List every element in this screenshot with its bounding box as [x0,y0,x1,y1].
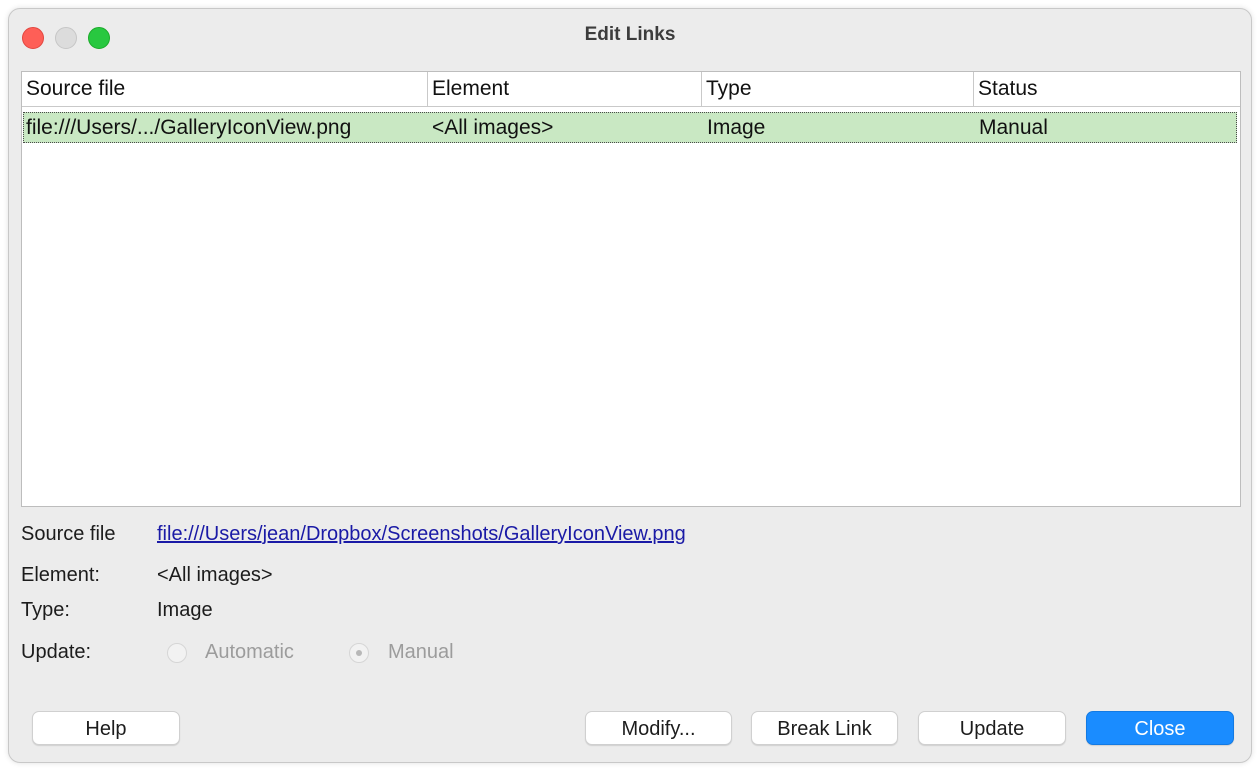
element-label: Element: [21,564,100,586]
automatic-radio[interactable] [167,643,187,663]
manual-radio[interactable] [349,643,369,663]
table-row[interactable]: file:///Users/.../GalleryIconView.png <A… [23,112,1237,143]
cell-status: Manual [979,116,1048,139]
manual-radio-label: Manual [388,641,454,663]
edit-links-dialog: Edit Links Source file Element Type Stat… [8,8,1252,763]
cell-element: <All images> [432,116,554,139]
automatic-radio-label: Automatic [205,641,294,663]
table-header: Source file Element Type Status [22,72,1240,107]
help-button[interactable]: Help [32,711,180,745]
close-button[interactable]: Close [1086,711,1234,745]
update-label: Update: [21,641,92,663]
break-link-button[interactable]: Break Link [751,711,898,745]
type-value: Image [157,599,213,621]
column-header-element[interactable]: Element [428,72,702,106]
column-header-source-file[interactable]: Source file [22,72,428,106]
column-header-type[interactable]: Type [702,72,974,106]
cell-type: Image [707,116,766,139]
element-value: <All images> [157,564,273,586]
update-button[interactable]: Update [918,711,1066,745]
title-bar: Edit Links [9,9,1251,59]
links-table[interactable]: Source file Element Type Status file:///… [21,71,1241,507]
cell-source-file: file:///Users/.../GalleryIconView.png [26,116,352,139]
window-title: Edit Links [584,24,676,45]
source-file-label: Source file [21,523,116,545]
column-header-status[interactable]: Status [974,72,1240,106]
source-file-link[interactable]: file:///Users/jean/Dropbox/Screenshots/G… [157,523,686,546]
modify-button[interactable]: Modify... [585,711,732,745]
type-label: Type: [21,599,70,621]
